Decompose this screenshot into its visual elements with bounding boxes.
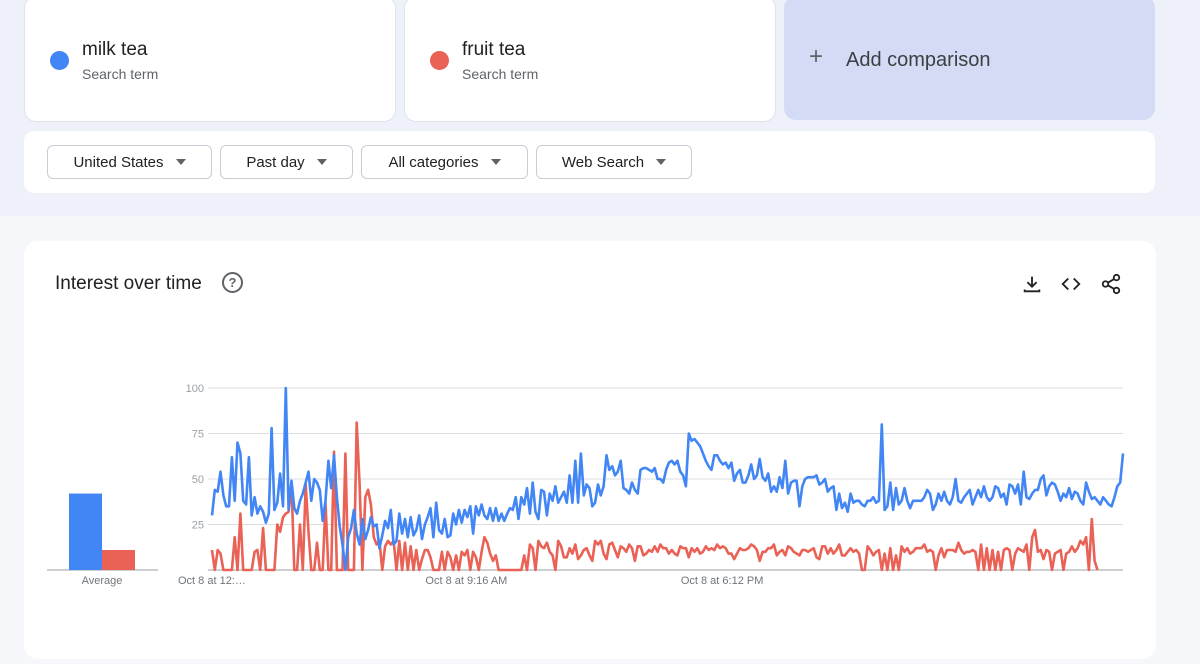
x-tick-label: Oct 8 at 12:… xyxy=(178,575,246,587)
category-dropdown[interactable]: All categories xyxy=(361,145,528,179)
average-label: Average xyxy=(82,575,123,587)
term-name: milk tea xyxy=(82,39,148,60)
interest-over-time-card: Interest over time ? 25 50 75 100 Average O… xyxy=(24,241,1156,659)
term-card-fruit-tea[interactable]: fruit tea Search term xyxy=(404,0,776,122)
region-label: United States xyxy=(73,153,164,171)
y-tick-label: 75 xyxy=(192,429,204,441)
interest-chart: 255075100 Average Oct 8 at 12:… Oct 8 at … xyxy=(47,383,1125,587)
x-tick-label: Oct 8 at 6:12 PM xyxy=(681,575,764,587)
fruit-tea-color-dot xyxy=(430,51,449,70)
time-range-label: Past day xyxy=(246,153,305,171)
term-subtitle: Search term xyxy=(462,66,539,82)
y-tick-label: 25 xyxy=(192,520,204,532)
region-dropdown[interactable]: United States xyxy=(47,145,212,179)
time-range-dropdown[interactable]: Past day xyxy=(220,145,353,179)
average-bar-fruit-tea xyxy=(102,549,135,570)
caret-down-icon xyxy=(656,159,667,165)
add-comparison-label: Add comparison xyxy=(846,49,991,71)
add-comparison-button[interactable]: + Add comparison xyxy=(784,0,1155,120)
y-tick-label: 50 xyxy=(192,474,204,486)
gridlines: 25 50 75 100 xyxy=(47,383,1123,571)
category-label: All categories xyxy=(388,153,479,171)
term-subtitle: Search term xyxy=(82,66,159,82)
plus-icon: + xyxy=(809,43,824,70)
caret-down-icon xyxy=(490,159,501,165)
search-type-dropdown[interactable]: Web Search xyxy=(536,145,692,179)
caret-down-icon xyxy=(316,159,327,165)
milk-tea-color-dot xyxy=(50,51,69,70)
y-tick-label: 100 xyxy=(186,383,204,395)
x-tick-label: Oct 8 at 9:16 AM xyxy=(425,575,507,587)
term-name: fruit tea xyxy=(462,39,526,60)
x-axis-labels: Oct 8 at 12:… Oct 8 at 9:16 AM Oct 8 at 6:… xyxy=(178,575,763,587)
average-bar-milk-tea xyxy=(69,493,102,570)
search-type-label: Web Search xyxy=(561,153,645,171)
caret-down-icon xyxy=(175,159,186,165)
filter-bar: United States Past day All categories We… xyxy=(24,131,1155,193)
average-bars: Average xyxy=(69,493,135,587)
term-card-milk-tea[interactable]: milk tea Search term xyxy=(24,0,396,122)
